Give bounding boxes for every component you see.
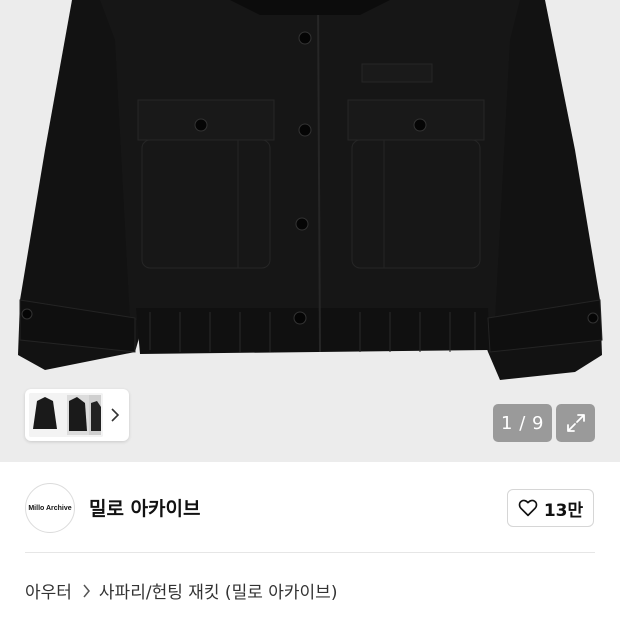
thumbnail-jackets-image <box>29 393 103 437</box>
heart-outline-icon <box>518 499 538 517</box>
breadcrumb-item-outer[interactable]: 아우터 <box>25 578 72 603</box>
brand-name[interactable]: 밀로 아카이브 <box>89 494 201 521</box>
expand-icon <box>566 414 585 432</box>
thumbnail-image[interactable] <box>29 393 103 437</box>
brand-row: Millo Archive 밀로 아카이브 13만 <box>0 462 620 552</box>
breadcrumb: 아우터 사파리/헌팅 재킷 (밀로 아카이브) <box>25 578 337 603</box>
brand-logo-text: Millo Archive <box>28 504 72 512</box>
chevron-right-icon <box>82 584 91 598</box>
breadcrumb-item-category[interactable]: 사파리/헌팅 재킷 (밀로 아카이브) <box>99 578 338 603</box>
thumbnail-strip <box>25 389 129 441</box>
chevron-right-icon <box>111 408 120 422</box>
like-button[interactable]: 13만 <box>507 489 594 527</box>
image-page-counter: 1 / 9 <box>493 404 552 442</box>
like-count: 13만 <box>543 500 584 521</box>
divider <box>25 552 595 553</box>
product-image-gallery[interactable]: 1 / 9 <box>0 0 620 462</box>
thumbnail-next-button[interactable] <box>103 393 127 437</box>
brand-logo[interactable]: Millo Archive <box>25 483 75 533</box>
expand-image-button[interactable] <box>556 404 595 442</box>
